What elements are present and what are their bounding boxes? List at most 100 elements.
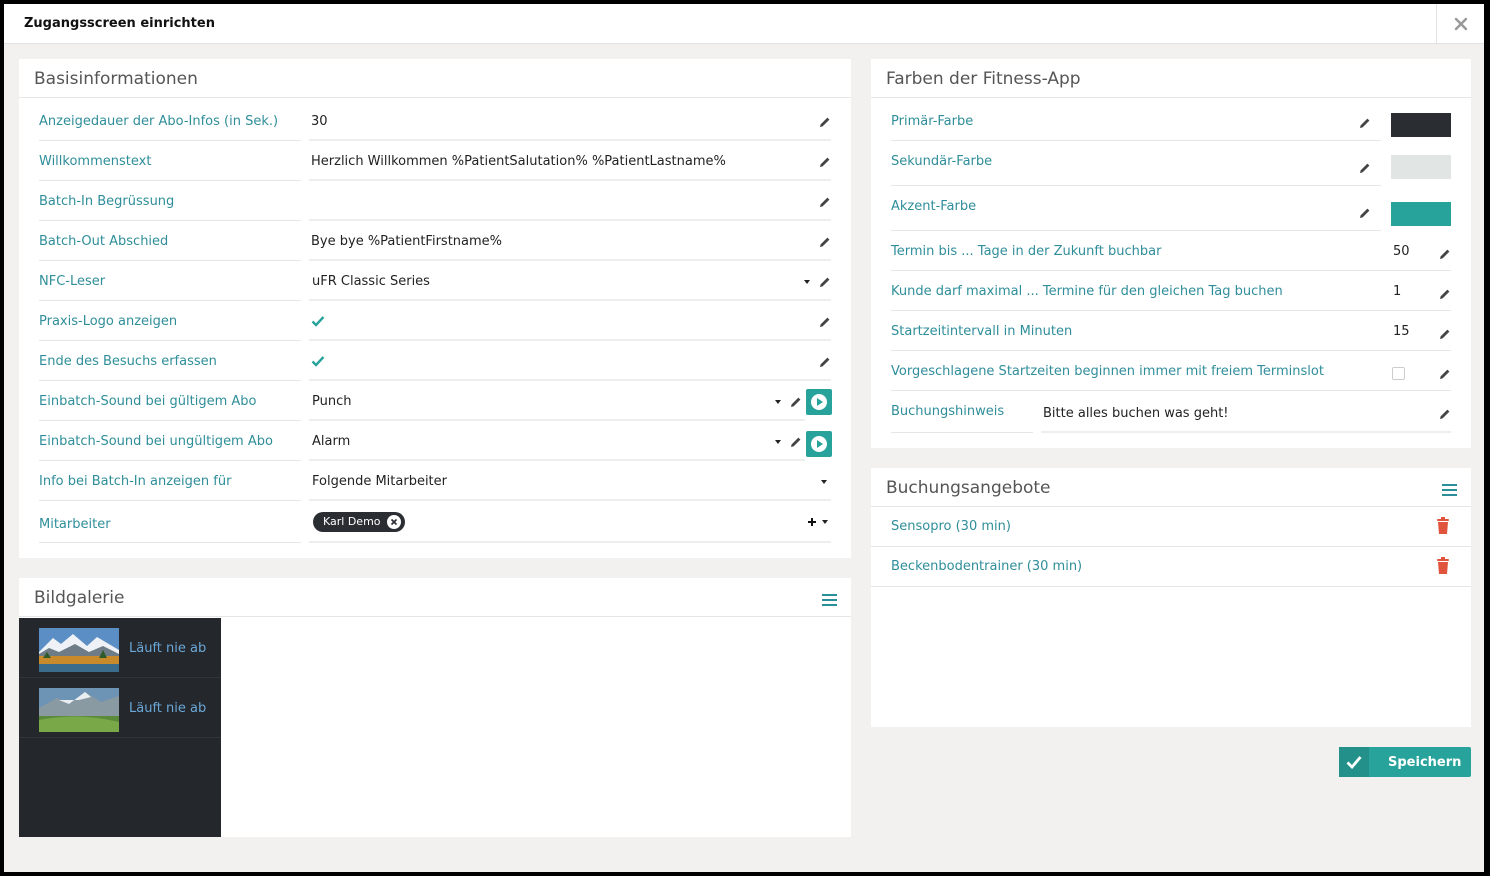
chevron-down-icon[interactable] — [775, 400, 781, 404]
startzeitintervall-value[interactable]: 15 — [1393, 324, 1410, 339]
field-label: Einbatch-Sound bei ungültigem Abo — [39, 434, 273, 449]
delete-trash-icon[interactable] — [1435, 557, 1451, 575]
secondary-color-swatch[interactable] — [1391, 155, 1451, 179]
row-mitarbeiter: Mitarbeiter Karl Demo — [39, 501, 831, 543]
edit-pencil-icon[interactable] — [819, 116, 831, 128]
row-sound-ungueltig: Einbatch-Sound bei ungültigem Abo Alarm — [39, 421, 832, 461]
play-sound-button[interactable] — [806, 431, 832, 457]
edit-pencil-icon[interactable] — [1439, 368, 1451, 380]
row-batch-in: Batch-In Begrüssung — [39, 181, 831, 221]
field-label: Batch-Out Abschied — [39, 234, 169, 249]
field-label: Willkommenstext — [39, 154, 152, 169]
offers-panel-title: Buchungsangebote — [886, 478, 1051, 498]
offer-item[interactable]: Sensopro (30 min) — [871, 507, 1471, 547]
gallery-item[interactable]: Läuft nie ab — [19, 678, 221, 738]
colors-panel-title: Farben der Fitness-App — [886, 69, 1081, 89]
field-label: NFC-Leser — [39, 274, 106, 289]
edit-pencil-icon[interactable] — [1439, 328, 1451, 340]
edit-pencil-icon[interactable] — [819, 196, 831, 208]
save-button-label: Speichern — [1388, 755, 1462, 770]
field-label: Termin bis ... Tage in der Zukunft buchb… — [891, 244, 1162, 259]
delete-trash-icon[interactable] — [1435, 517, 1451, 535]
field-label: Sekundär-Farbe — [891, 154, 993, 169]
close-button[interactable] — [1436, 4, 1484, 44]
remove-tag-icon[interactable] — [386, 515, 401, 529]
menu-icon[interactable] — [822, 594, 837, 606]
info-batch-in-select[interactable]: Folgende Mitarbeiter — [312, 474, 447, 489]
play-icon — [811, 436, 827, 452]
edit-pencil-icon[interactable] — [1359, 117, 1371, 129]
edit-pencil-icon[interactable] — [819, 316, 831, 328]
edit-pencil-icon[interactable] — [1439, 248, 1451, 260]
sound-gueltig-select[interactable]: Punch — [312, 394, 351, 409]
willkommenstext-value[interactable]: Herzlich Willkommen %PatientSalutation% … — [311, 154, 726, 169]
row-primaer-farbe: Primär-Farbe — [891, 101, 1451, 141]
edit-pencil-icon[interactable] — [819, 356, 831, 368]
edit-pencil-icon[interactable] — [790, 396, 802, 408]
colors-panel-header: Farben der Fitness-App — [871, 59, 1471, 98]
gallery-panel-header: Bildgalerie — [19, 578, 851, 617]
field-label: Akzent-Farbe — [891, 199, 977, 214]
checkmark-icon — [1346, 756, 1362, 769]
edit-pencil-icon[interactable] — [1359, 162, 1371, 174]
sound-ungueltig-select[interactable]: Alarm — [312, 434, 350, 449]
field-label: Anzeigedauer der Abo-Infos (in Sek.) — [39, 114, 279, 129]
max-termine-value[interactable]: 1 — [1393, 284, 1401, 299]
edit-pencil-icon[interactable] — [819, 236, 831, 248]
gallery-item[interactable]: Läuft nie ab — [19, 618, 221, 678]
accent-color-swatch[interactable] — [1391, 202, 1451, 226]
row-ende-besuch: Ende des Besuchs erfassen — [39, 341, 831, 381]
offer-label: Sensopro (30 min) — [891, 519, 1011, 534]
gallery-item-label: Läuft nie ab — [129, 701, 207, 716]
gallery-list: Läuft nie ab Läuft nie ab — [19, 618, 221, 837]
edit-pencil-icon[interactable] — [1359, 207, 1371, 219]
field-label: Info bei Batch-In anzeigen für — [39, 474, 232, 489]
checkmark-icon[interactable] — [311, 355, 325, 367]
edit-pencil-icon[interactable] — [819, 276, 831, 288]
offers-panel: Buchungsangebote Sensopro (30 min) Becke… — [871, 468, 1471, 727]
primary-color-swatch[interactable] — [1391, 113, 1451, 137]
close-icon — [1454, 17, 1467, 31]
gallery-thumbnail-image — [39, 688, 119, 732]
chevron-down-icon[interactable] — [804, 280, 810, 284]
chevron-down-icon[interactable] — [775, 440, 781, 444]
gallery-panel-title: Bildgalerie — [34, 588, 125, 608]
buchungshinweis-value[interactable]: Bitte alles buchen was geht! — [1043, 406, 1229, 421]
anzeigedauer-value[interactable]: 30 — [311, 114, 328, 129]
basis-panel-header: Basisinformationen — [19, 59, 851, 98]
offer-label: Beckenbodentrainer (30 min) — [891, 559, 1083, 574]
nfc-leser-select[interactable]: uFR Classic Series — [312, 274, 430, 289]
field-label: Einbatch-Sound bei gültigem Abo — [39, 394, 257, 409]
play-sound-button[interactable] — [806, 389, 832, 415]
offer-item[interactable]: Beckenbodentrainer (30 min) — [871, 547, 1471, 587]
chevron-down-icon[interactable] — [822, 520, 828, 524]
add-icon[interactable] — [807, 517, 817, 527]
checkmark-icon[interactable] — [311, 315, 325, 327]
field-label: Praxis-Logo anzeigen — [39, 314, 178, 329]
save-icon-box — [1339, 747, 1369, 777]
termin-tage-value[interactable]: 50 — [1393, 244, 1410, 259]
row-anzeigedauer: Anzeigedauer der Abo-Infos (in Sek.) 30 — [39, 101, 831, 141]
modal-dialog: Zugangsscreen einrichten Basisinformatio… — [4, 4, 1484, 872]
edit-pencil-icon[interactable] — [1439, 408, 1451, 420]
edit-pencil-icon[interactable] — [1439, 288, 1451, 300]
field-label: Vorgeschlagene Startzeiten beginnen imme… — [891, 364, 1324, 379]
gallery-panel: Bildgalerie Läuft nie ab Läuft nie ab — [19, 578, 851, 837]
field-label: Batch-In Begrüssung — [39, 194, 175, 209]
batch-out-value[interactable]: Bye bye %PatientFirstname% — [311, 234, 502, 249]
play-icon — [811, 394, 827, 410]
gallery-thumbnail-image — [39, 628, 119, 672]
row-sekundaer-farbe: Sekundär-Farbe — [891, 141, 1451, 186]
chevron-down-icon[interactable] — [821, 480, 827, 484]
mitarbeiter-tag: Karl Demo — [313, 512, 405, 532]
save-button[interactable]: Speichern — [1339, 747, 1471, 777]
menu-icon[interactable] — [1442, 484, 1457, 496]
freier-terminslot-checkbox[interactable] — [1392, 367, 1405, 380]
edit-pencil-icon[interactable] — [819, 156, 831, 168]
row-willkommenstext: Willkommenstext Herzlich Willkommen %Pat… — [39, 141, 831, 181]
colors-panel: Farben der Fitness-App Primär-Farbe Seku… — [871, 59, 1471, 448]
field-label: Kunde darf maximal ... Termine für den g… — [891, 284, 1283, 299]
edit-pencil-icon[interactable] — [790, 436, 802, 448]
field-label: Startzeitintervall in Minuten — [891, 324, 1073, 339]
field-label: Buchungshinweis — [891, 404, 1005, 419]
